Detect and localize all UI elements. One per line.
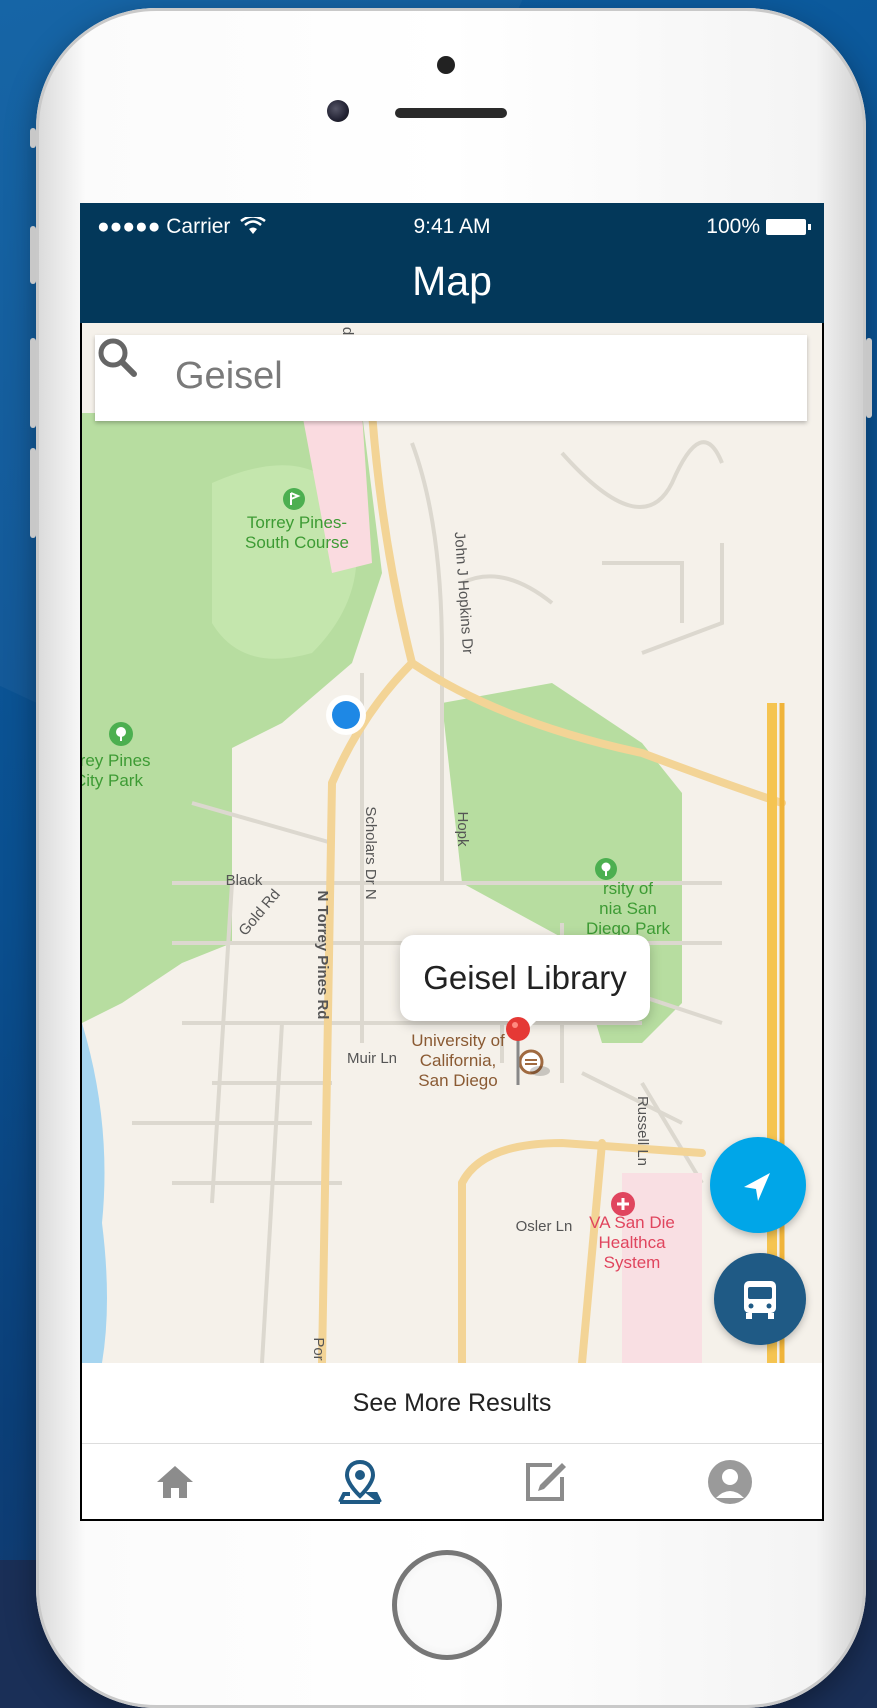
road-label: Por — [310, 1337, 327, 1361]
label-line: System — [603, 1253, 661, 1272]
map-pin-icon — [337, 1459, 382, 1504]
road-label: Muir Ln — [346, 1050, 398, 1067]
road-label: N Torrey Pines Rd — [314, 890, 331, 1020]
search-icon — [98, 338, 137, 377]
transit-button[interactable] — [714, 1253, 806, 1345]
navigation-arrow-icon — [744, 1173, 770, 1201]
search-bar[interactable]: Geisel — [95, 335, 807, 421]
map-label-city-park: rrey Pines City Park — [82, 751, 184, 791]
tab-map[interactable] — [267, 1444, 452, 1519]
park-icon — [109, 722, 133, 746]
bus-icon — [744, 1281, 776, 1319]
label-line: Torrey Pines- — [246, 513, 348, 532]
phone-side-button — [30, 128, 36, 148]
park-icon — [595, 858, 617, 880]
phone-side-button — [30, 338, 36, 428]
label-line: San Diego — [418, 1071, 498, 1090]
battery-label: 100% — [706, 215, 760, 238]
map-pin-marker[interactable] — [506, 1013, 556, 1093]
phone-sensor — [437, 56, 455, 74]
tab-edit[interactable] — [452, 1444, 637, 1519]
golf-course-icon — [283, 488, 305, 510]
battery-indicator: 100% — [706, 215, 811, 239]
nav-title: Map — [80, 251, 824, 323]
app-screen: ●●●●● Carrier 9:41 AM 100% Map Torrey Pi… — [80, 203, 824, 1521]
label-line: California, — [419, 1051, 497, 1070]
label-line: South Course — [245, 533, 349, 552]
map-label-va-hospital: VA San Die Healthca System — [582, 1213, 682, 1273]
phone-side-button — [866, 338, 872, 418]
label-line: Healthca — [598, 1233, 666, 1252]
tab-bar — [82, 1444, 822, 1519]
phone-side-button — [30, 226, 36, 284]
edit-icon — [525, 1462, 566, 1501]
phone-side-button — [30, 448, 36, 538]
see-more-results-button[interactable]: See More Results — [82, 1363, 822, 1444]
road-label: Osler Ln — [515, 1218, 573, 1235]
user-location-dot — [326, 695, 366, 735]
tab-home[interactable] — [82, 1444, 267, 1519]
phone-home-button[interactable] — [392, 1550, 502, 1660]
label-line: nia San — [599, 899, 657, 918]
phone-front-camera — [327, 100, 349, 122]
profile-icon — [707, 1459, 752, 1504]
label-line: rsity of — [602, 879, 654, 898]
phone-speaker — [395, 108, 507, 118]
battery-icon — [766, 219, 811, 235]
road-label: Hopk — [454, 811, 471, 847]
map-view[interactable]: Torrey Pines- South Course rrey Pines Ci… — [82, 323, 822, 1363]
locate-me-button[interactable] — [710, 1137, 806, 1233]
search-input[interactable]: Geisel — [175, 355, 283, 398]
road-label: Scholars Dr N — [362, 806, 379, 900]
label-line: City Park — [82, 771, 143, 790]
map-label-ucsd-park: rsity of nia San Diego Park — [578, 879, 678, 939]
map-label-ucsd: University of California, San Diego — [398, 1031, 518, 1091]
status-bar: ●●●●● Carrier 9:41 AM 100% — [80, 203, 824, 253]
label-line: VA San Die — [589, 1213, 675, 1232]
location-callout[interactable]: Geisel Library — [400, 935, 650, 1021]
road-label: Russell Ln — [634, 1095, 651, 1167]
road-label: Black — [225, 872, 263, 889]
map-label-golf-course: Torrey Pines- South Course — [232, 513, 362, 553]
label-line: rrey Pines — [82, 751, 151, 770]
tab-profile[interactable] — [637, 1444, 822, 1519]
home-icon — [156, 1465, 193, 1498]
